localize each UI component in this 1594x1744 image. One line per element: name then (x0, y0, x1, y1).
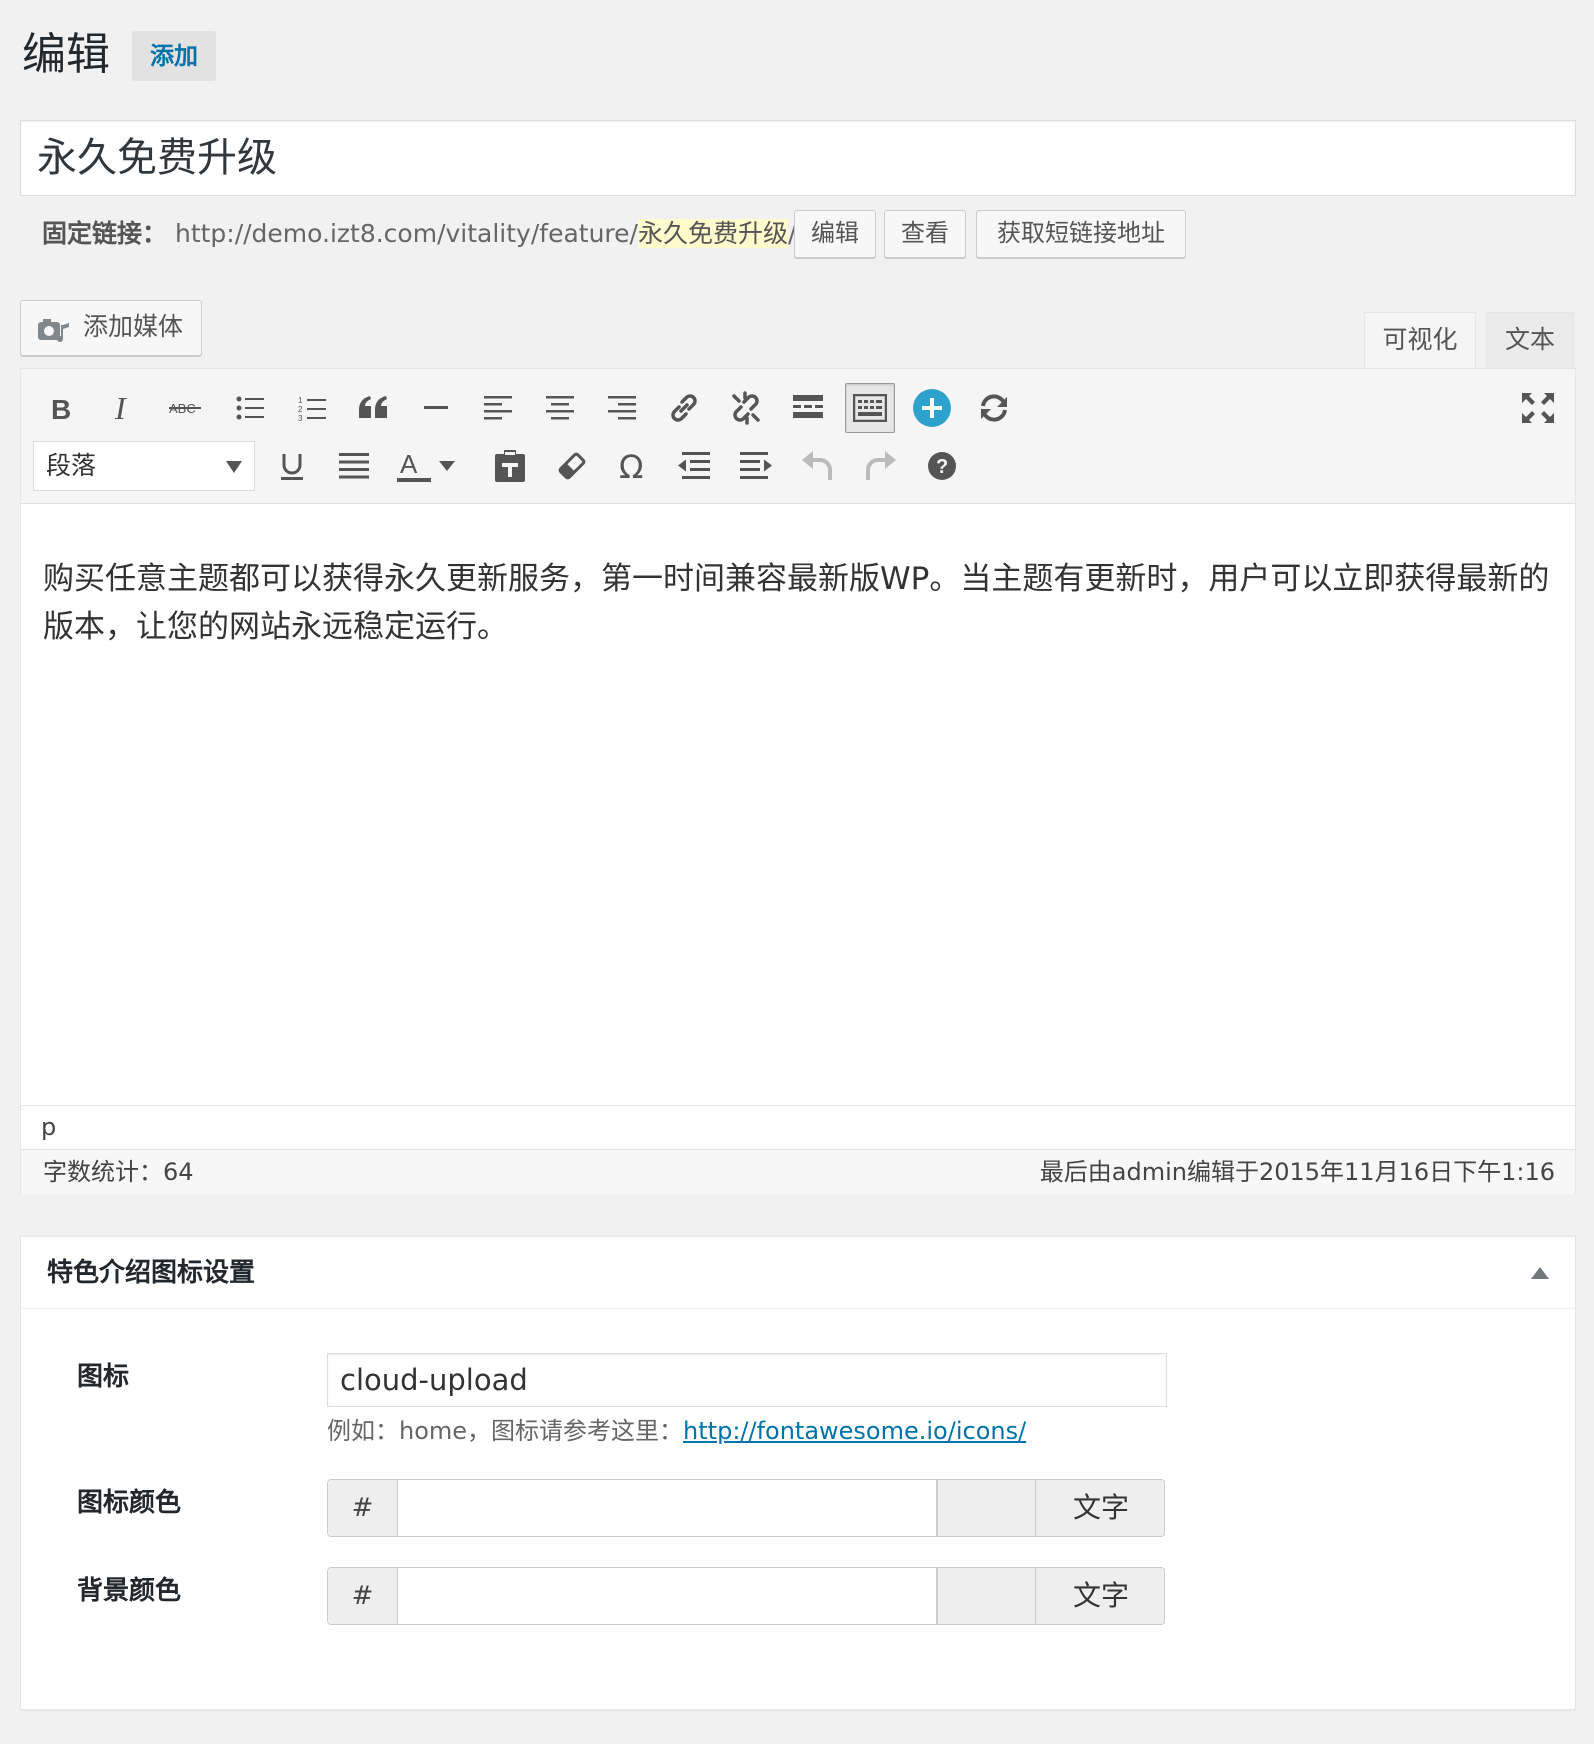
toolbar-toggle-icon[interactable] (845, 383, 895, 433)
add-media-label: 添加媒体 (83, 312, 184, 341)
hash-prefix: # (328, 1568, 398, 1624)
collapse-arrow-icon[interactable] (1531, 1267, 1549, 1279)
permalink-base[interactable]: http://demo.izt8.com/vitality/feature/ (175, 219, 638, 248)
permalink-edit-button[interactable]: 编辑 (794, 210, 876, 258)
element-path[interactable]: p (21, 1105, 1575, 1149)
icon-color-picker: # 文字 (327, 1479, 1165, 1537)
format-select-value: 段落 (46, 451, 97, 480)
align-right-icon[interactable] (597, 383, 647, 433)
icon-color-swatch[interactable] (936, 1480, 1036, 1536)
svg-text:2: 2 (298, 405, 303, 414)
tab-visual[interactable]: 可视化 (1364, 312, 1476, 369)
editor: B I ABC 123 段落 A Ω ? 购买任意主题都可以获得永久更新服务，第… (20, 368, 1576, 1194)
metabox-header[interactable]: 特色介绍图标设置 (21, 1237, 1575, 1309)
add-media-button[interactable]: 添加媒体 (20, 300, 202, 356)
bg-color-swatch[interactable] (936, 1568, 1036, 1624)
underline-icon[interactable] (267, 441, 317, 491)
media-icon (37, 313, 71, 343)
feature-icon-metabox: 特色介绍图标设置 图标 cloud-upload 例如：home，图标请参考这里… (20, 1236, 1576, 1710)
svg-text:3: 3 (298, 414, 303, 421)
permalink-view-button[interactable]: 查看 (884, 210, 966, 258)
align-left-icon[interactable] (473, 383, 523, 433)
bg-color-text-button[interactable]: 文字 (1036, 1568, 1164, 1624)
icon-color-label: 图标颜色 (77, 1488, 182, 1518)
unlink-icon[interactable] (721, 383, 771, 433)
permalink-label: 固定链接： (42, 219, 168, 248)
add-new-button[interactable]: 添加 (132, 31, 216, 81)
post-title-input[interactable]: 永久免费升级 (20, 120, 1576, 196)
bullet-list-icon[interactable] (225, 383, 275, 433)
svg-text:?: ? (936, 456, 948, 478)
redo-icon[interactable] (855, 441, 905, 491)
svg-text:A: A (400, 449, 418, 479)
fullscreen-icon[interactable] (1513, 383, 1563, 433)
help-icon[interactable]: ? (917, 441, 967, 491)
clear-formatting-icon[interactable] (547, 441, 597, 491)
outdent-icon[interactable] (669, 441, 719, 491)
bg-color-label: 背景颜色 (77, 1576, 182, 1606)
editor-toolbar: B I ABC 123 段落 A Ω ? (21, 369, 1575, 504)
bg-color-picker: # 文字 (327, 1567, 1165, 1625)
format-select[interactable]: 段落 (33, 441, 255, 491)
page-title: 编辑 (22, 29, 110, 80)
undo-icon[interactable] (793, 441, 843, 491)
metabox-title: 特色介绍图标设置 (47, 1258, 256, 1288)
link-icon[interactable] (659, 383, 709, 433)
blockquote-icon[interactable] (349, 383, 399, 433)
justify-icon[interactable] (329, 441, 379, 491)
icon-color-input[interactable] (398, 1480, 936, 1536)
read-more-icon[interactable] (783, 383, 833, 433)
plus-circle-icon[interactable] (907, 383, 957, 433)
icon-input[interactable]: cloud-upload (327, 1353, 1167, 1407)
svg-text:1: 1 (298, 396, 303, 405)
indent-icon[interactable] (731, 441, 781, 491)
icon-description-text: 例如：home，图标请参考这里： (327, 1417, 684, 1445)
special-char-icon[interactable]: Ω (609, 441, 659, 491)
editor-content[interactable]: 购买任意主题都可以获得永久更新服务，第一时间兼容最新版WP。当主题有更新时，用户… (43, 555, 1557, 651)
svg-text:I: I (114, 394, 127, 422)
text-color-dropdown-icon[interactable] (431, 441, 463, 491)
chevron-down-icon (226, 461, 242, 473)
icon-color-text-button[interactable]: 文字 (1036, 1480, 1164, 1536)
refresh-icon[interactable] (969, 383, 1019, 433)
icon-description: 例如：home，图标请参考这里：http://fontawesome.io/ic… (327, 1411, 1026, 1451)
get-shortlink-button[interactable]: 获取短链接地址 (976, 210, 1186, 258)
strikethrough-icon[interactable]: ABC (161, 383, 211, 433)
permalink: 固定链接： http://demo.izt8.com/vitality/feat… (42, 212, 796, 256)
icon-label: 图标 (77, 1362, 130, 1392)
bold-icon[interactable]: B (37, 383, 87, 433)
paste-text-icon[interactable] (485, 441, 535, 491)
word-count: 字数统计：64 (43, 1158, 194, 1186)
editor-status-bar: 字数统计：64 最后由admin编辑于2015年11月16日下午1:16 (21, 1149, 1575, 1194)
tab-text[interactable]: 文本 (1486, 312, 1574, 368)
hash-prefix: # (328, 1480, 398, 1536)
svg-text:Ω: Ω (619, 451, 643, 481)
permalink-slug[interactable]: 永久免费升级 (637, 219, 788, 248)
horizontal-rule-icon[interactable] (411, 383, 461, 433)
bg-color-input[interactable] (398, 1568, 936, 1624)
italic-icon[interactable]: I (99, 383, 149, 433)
numbered-list-icon[interactable]: 123 (287, 383, 337, 433)
align-center-icon[interactable] (535, 383, 585, 433)
last-edited: 最后由admin编辑于2015年11月16日下午1:16 (1039, 1158, 1555, 1186)
fontawesome-link[interactable]: http://fontawesome.io/icons/ (683, 1417, 1026, 1445)
svg-text:B: B (51, 395, 71, 421)
